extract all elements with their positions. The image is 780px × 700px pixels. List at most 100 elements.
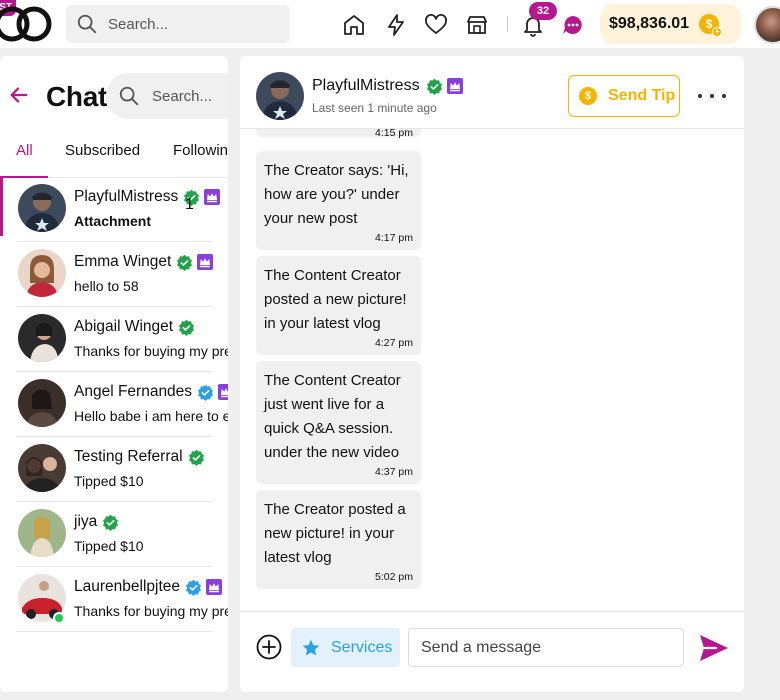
- back-arrow-icon[interactable]: [8, 84, 30, 106]
- row-divider: [16, 241, 212, 242]
- avatar: [18, 314, 66, 362]
- sidebar-header: Chat: [0, 56, 228, 136]
- conversation-name: Emma Winget: [74, 253, 172, 270]
- add-attachment-icon[interactable]: [256, 634, 282, 660]
- crown-badge-icon: [204, 189, 221, 205]
- message-list: 4:15 pm The Creator says: 'Hi, how are y…: [240, 129, 744, 611]
- verified-badge-icon: [198, 384, 214, 401]
- message-time: 4:15 pm: [375, 129, 413, 139]
- logo-icon[interactable]: [0, 4, 56, 44]
- global-search[interactable]: [66, 5, 290, 43]
- chat-avatar[interactable]: [256, 72, 304, 120]
- verified-badge-icon: [186, 579, 202, 596]
- message-time: 4:37 pm: [375, 466, 413, 478]
- chat-header: PlayfulMistress Last seen 1 minute ago $…: [240, 56, 744, 129]
- conversation-name-row: Emma Winget: [74, 253, 214, 271]
- chat-search-input[interactable]: [152, 87, 228, 105]
- verified-badge-icon: [188, 449, 204, 466]
- message-bubble: The Content Creator just went live for a…: [256, 361, 421, 484]
- home-icon[interactable]: [341, 12, 367, 38]
- conversation-item[interactable]: Testing Referral Tipped $10: [0, 438, 228, 502]
- avatar: [18, 184, 66, 232]
- conversation-sidebar: Chat All Subscribed Following PlayfulMis…: [0, 56, 228, 692]
- avatar: [18, 509, 66, 557]
- chat-search[interactable]: [106, 73, 228, 119]
- message-time: 5:02 pm: [375, 571, 413, 583]
- row-divider: [16, 371, 212, 372]
- avatar: [18, 444, 66, 492]
- online-status-dot: [53, 612, 65, 624]
- messages-icon[interactable]: [560, 12, 586, 38]
- message-bubble: The Creator posted a new picture! in you…: [256, 490, 421, 589]
- message-time: 4:27 pm: [375, 337, 413, 349]
- send-icon[interactable]: [698, 633, 730, 663]
- search-icon: [119, 86, 139, 106]
- message-composer: Services: [240, 611, 744, 692]
- store-icon[interactable]: [464, 12, 490, 38]
- conversation-item[interactable]: jiya Tipped $10: [0, 503, 228, 567]
- user-avatar[interactable]: [754, 6, 780, 44]
- message-bubble: 4:15 pm: [256, 129, 421, 139]
- chat-panel: PlayfulMistress Last seen 1 minute ago $…: [240, 56, 744, 692]
- conversation-name-row: PlayfulMistress: [74, 188, 221, 206]
- last-seen: Last seen 1 minute ago: [312, 101, 437, 115]
- conversation-preview: Attachment: [74, 213, 152, 229]
- conversation-tabs: All Subscribed Following: [0, 136, 228, 178]
- page-title: Chat: [46, 81, 108, 112]
- conversation-item[interactable]: Laurenbellpjtee Thanks for buying my prem…: [0, 568, 228, 632]
- global-search-input[interactable]: [108, 15, 278, 33]
- conversation-item[interactable]: Abigail Winget Thanks for buying my premi…: [0, 308, 228, 372]
- wallet-amount: $98,836.01: [609, 15, 690, 32]
- row-divider: [16, 501, 212, 502]
- row-divider: [16, 566, 212, 567]
- lightning-icon[interactable]: [383, 12, 409, 38]
- crown-badge-icon: [218, 384, 228, 400]
- chat-contact-name: PlayfulMistress: [312, 77, 420, 94]
- crown-badge-icon: [206, 579, 223, 595]
- message-text: The Creator says: 'Hi, how are you?' und…: [264, 162, 409, 227]
- row-divider: [16, 436, 212, 437]
- avatar: [18, 249, 66, 297]
- verified-badge-icon: [179, 319, 195, 336]
- row-divider: [16, 631, 212, 632]
- tab-subscribed[interactable]: Subscribed: [65, 142, 140, 169]
- star-icon: [302, 639, 320, 655]
- conversation-item[interactable]: Emma Winget hello to 58: [0, 243, 228, 307]
- conversation-preview: Thanks for buying my premium content: [74, 343, 228, 359]
- crown-badge-icon: [197, 254, 214, 270]
- message-text: The Content Creator just went live for a…: [264, 372, 401, 461]
- conversation-preview: hello to 58: [74, 278, 139, 294]
- message-input[interactable]: [408, 628, 684, 667]
- conversation-item[interactable]: Angel Fernandes Hello babe i am here to e…: [0, 373, 228, 437]
- conversation-name: Angel Fernandes: [74, 383, 193, 400]
- send-tip-button[interactable]: $ Send Tip: [568, 75, 680, 117]
- conversation-name-row: Laurenbellpjtee: [74, 578, 223, 596]
- conversation-name-row: Angel Fernandes: [74, 383, 228, 401]
- search-icon: [77, 14, 97, 34]
- message-time: 4:17 pm: [375, 232, 413, 244]
- add-funds-icon[interactable]: +: [712, 27, 723, 37]
- conversation-name-row: Abigail Winget: [74, 318, 195, 336]
- message-bubble: The Content Creator posted a new picture…: [256, 256, 421, 355]
- message-bubble: The Creator says: 'Hi, how are you?' und…: [256, 151, 421, 250]
- conversation-preview: Thanks for buying my premium content: [74, 603, 228, 619]
- conversation-name: Laurenbellpjtee: [74, 578, 181, 595]
- tab-all[interactable]: All: [16, 142, 33, 169]
- wallet-balance[interactable]: $98,836.01 $ +: [600, 4, 741, 44]
- notifications-badge: 32: [529, 2, 557, 20]
- verified-badge-icon: [103, 514, 119, 531]
- more-options-icon[interactable]: [698, 86, 726, 106]
- row-divider: [16, 306, 212, 307]
- conversation-name-row: Testing Referral: [74, 448, 205, 466]
- verified-badge-icon: [177, 254, 193, 271]
- tab-following[interactable]: Following: [173, 142, 228, 169]
- message-text: The Content Creator posted a new picture…: [264, 267, 407, 332]
- conversation-name: jiya: [74, 513, 98, 530]
- conversation-preview: Tipped $10: [74, 538, 144, 554]
- heart-icon[interactable]: [423, 12, 449, 38]
- conversation-name: PlayfulMistress: [74, 188, 179, 205]
- services-button[interactable]: Services: [291, 628, 400, 667]
- coin-icon: $: [579, 87, 597, 105]
- verified-badge-icon: [426, 78, 442, 95]
- crown-badge-icon: [446, 78, 463, 94]
